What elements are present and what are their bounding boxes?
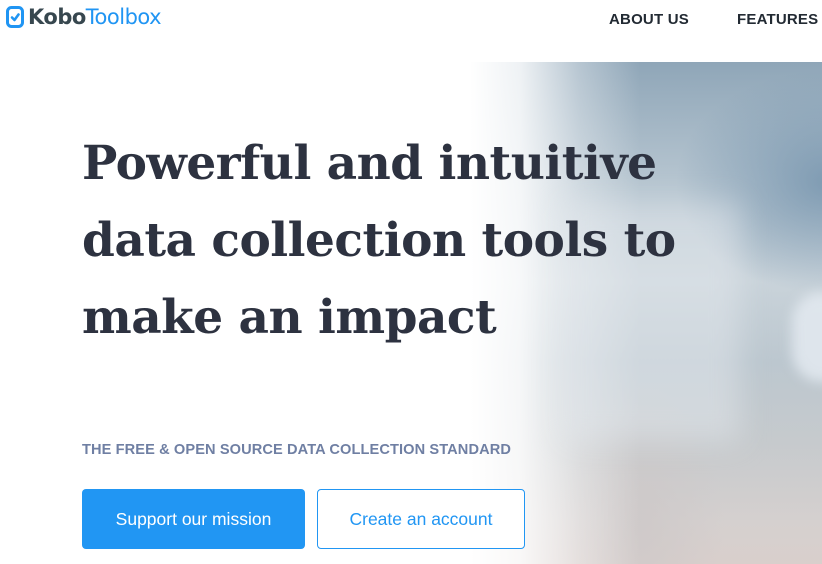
page: KoboToolbox ABOUT US FEATURES Powerful a…	[0, 0, 822, 564]
create-account-button[interactable]: Create an account	[317, 489, 525, 549]
hero-subtitle: THE FREE & OPEN SOURCE DATA COLLECTION S…	[82, 442, 511, 458]
hero-headline: Powerful and intuitive data collection t…	[82, 136, 676, 345]
kobo-logo-mark-icon	[6, 6, 24, 28]
logo-text-kobo: Kobo	[28, 5, 86, 29]
kobo-logo[interactable]: KoboToolbox	[6, 4, 162, 30]
logo-text-toolbox: Toolbox	[85, 5, 162, 29]
nav-features-link[interactable]: FEATURES	[737, 11, 818, 29]
site-header: KoboToolbox ABOUT US FEATURES	[0, 0, 822, 40]
logo-text: KoboToolbox	[28, 4, 162, 30]
nav-about-us-link[interactable]: ABOUT US	[609, 11, 689, 29]
support-our-mission-button[interactable]: Support our mission	[82, 489, 305, 549]
